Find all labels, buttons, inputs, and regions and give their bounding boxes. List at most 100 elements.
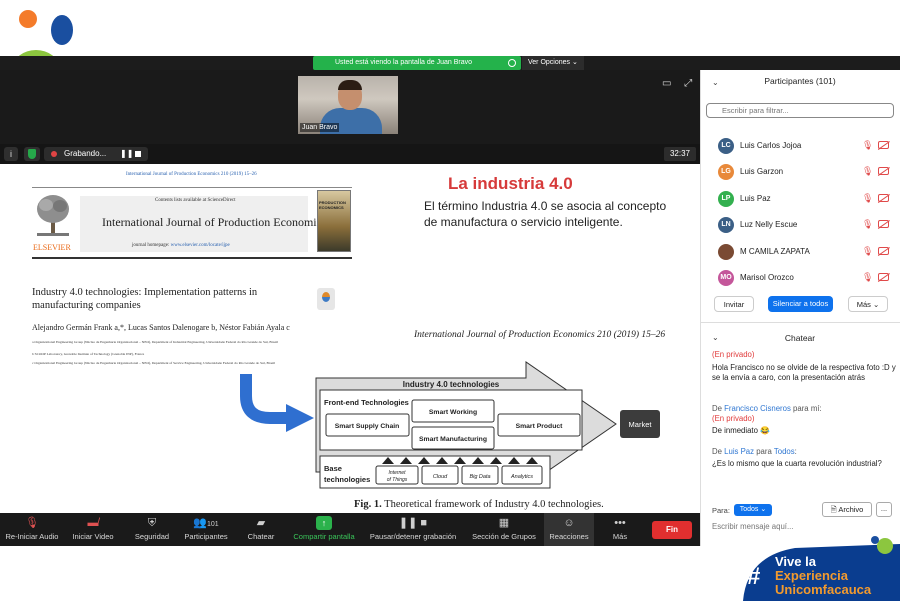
iot-label-2: of Things bbox=[387, 477, 408, 483]
chat-sender[interactable]: Francisco Cisneros bbox=[724, 404, 791, 413]
share-status-text: Usted está viendo la pantalla de Juan Br… bbox=[335, 59, 472, 66]
share-screen-icon: ↑ bbox=[316, 516, 332, 530]
toolbar-label: Participantes bbox=[184, 532, 228, 541]
avatar: MO bbox=[718, 270, 734, 286]
participants-more-button[interactable]: Más ⌄ bbox=[848, 296, 888, 312]
toolbar-label: Pausar/detener grabación bbox=[369, 532, 457, 541]
participant-row[interactable]: LG Luis Garzon 🎙 bbox=[712, 162, 898, 182]
toolbar-label: Iniciar Video bbox=[72, 532, 114, 541]
chat-message-text: ¿Es lo mismo que la cuarta revolución in… bbox=[712, 459, 882, 468]
meeting-info-icon[interactable]: i bbox=[4, 147, 18, 161]
start-video-button[interactable]: ▬̸ Iniciar Video bbox=[66, 513, 120, 546]
paper-title: Industry 4.0 technologies: Implementatio… bbox=[32, 287, 258, 311]
base-label-2: technologies bbox=[324, 475, 370, 484]
figure-caption-text: Theoretical framework of Industry 4.0 te… bbox=[384, 499, 604, 510]
video-off-icon: ▬̸ bbox=[87, 517, 99, 529]
iot-label-1: Internet bbox=[389, 470, 407, 476]
participants-search-input[interactable] bbox=[706, 103, 894, 118]
toolbar-label: Seguridad bbox=[134, 532, 170, 541]
participant-row[interactable]: LC Luis Carlos Jojoa 🎙 bbox=[712, 136, 898, 156]
from-prefix: De bbox=[712, 404, 725, 413]
chat-recipient: para mí: bbox=[790, 404, 822, 413]
brand-line-3: Unicomfacauca bbox=[775, 582, 872, 597]
crossmark-icon bbox=[317, 288, 335, 310]
participant-row[interactable]: LP Luis Paz 🎙 bbox=[712, 189, 898, 209]
chat-message-text: Hola Francisco no se olvide de la respec… bbox=[712, 363, 896, 382]
microphone-muted-icon: 🎙 bbox=[25, 517, 39, 529]
chat-message-text: De inmediato 😂 bbox=[712, 426, 770, 435]
participant-row[interactable]: M CAMILA ZAPATA 🎙 bbox=[712, 242, 898, 262]
avatar: LN bbox=[718, 217, 734, 233]
participants-button[interactable]: 👥101 Participantes bbox=[180, 513, 232, 546]
publisher-label: ELSEVIER bbox=[33, 243, 71, 252]
unmute-audio-button[interactable]: 🎙 Re-Iniciar Audio bbox=[2, 513, 62, 546]
breakout-rooms-button[interactable]: ▦ Sección de Grupos bbox=[468, 513, 540, 546]
gallery-view-icon[interactable]: ▭ bbox=[662, 78, 671, 89]
reactions-icon: ☺ bbox=[563, 517, 575, 529]
end-meeting-button[interactable]: Fin bbox=[652, 521, 692, 539]
toolbar-label: Reacciones bbox=[549, 532, 589, 541]
front-end-label: Front-end Technologies bbox=[324, 398, 409, 407]
speaker-hair bbox=[338, 80, 362, 90]
stop-recording-icon[interactable] bbox=[135, 151, 141, 157]
pause-stop-recording-button[interactable]: ❚❚ ■ Pausar/detener grabación bbox=[366, 513, 460, 546]
panel-divider bbox=[700, 322, 900, 323]
mute-all-button[interactable]: Silenciar a todos bbox=[768, 296, 833, 312]
file-button[interactable]: 🗎 Archivo bbox=[822, 502, 872, 517]
participants-title: Participantes (101) bbox=[764, 76, 836, 86]
video-off-icon bbox=[878, 167, 889, 175]
blue-flow-arrow bbox=[240, 374, 288, 424]
journal-citation-top: International Journal of Production Econ… bbox=[126, 172, 257, 177]
participant-name: Luis Carlos Jojoa bbox=[740, 141, 802, 150]
meeting-timer: 32:37 bbox=[664, 147, 696, 161]
recording-dot-icon bbox=[51, 151, 57, 157]
journal-title: International Journal of Production Econ… bbox=[102, 215, 327, 229]
reactions-button[interactable]: ☺ Reacciones bbox=[544, 513, 594, 546]
figure-caption: Fig. 1. Theoretical framework of Industr… bbox=[354, 499, 604, 510]
share-status-banner: Usted está viendo la pantalla de Juan Br… bbox=[313, 56, 521, 70]
speaker-video-tile[interactable]: Juan Bravo bbox=[298, 76, 398, 134]
recipient-value: Todos bbox=[739, 506, 759, 513]
more-icon: ••• bbox=[614, 517, 626, 529]
chat-message-input[interactable]: Escribir mensaje aquí... bbox=[712, 522, 793, 531]
more-button[interactable]: ••• Más bbox=[602, 513, 638, 546]
pause-recording-icon[interactable]: ❚❚ bbox=[120, 147, 133, 161]
chat-sender[interactable]: Luis Paz bbox=[724, 447, 754, 456]
participant-row[interactable]: LN Luz Nelly Escue 🎙 bbox=[712, 215, 898, 235]
smart-working-label: Smart Working bbox=[429, 409, 477, 416]
participants-count: 101 bbox=[207, 521, 219, 528]
share-screen-button[interactable]: ↑ Compartir pantalla bbox=[290, 513, 358, 546]
mic-muted-icon: 🎙 bbox=[862, 166, 874, 176]
elsevier-tree-logo bbox=[37, 195, 69, 236]
more-label: Más bbox=[856, 300, 871, 309]
shield-icon: ⛨ bbox=[147, 517, 157, 529]
encryption-shield-icon[interactable] bbox=[24, 147, 40, 161]
avatar: LG bbox=[718, 164, 734, 180]
private-tag: (En privado) bbox=[712, 350, 755, 359]
slide-heading: La industria 4.0 bbox=[448, 174, 573, 193]
chat-more-button[interactable]: ... bbox=[876, 502, 892, 517]
chat-recipient-select[interactable]: Todos ⌄ bbox=[734, 504, 772, 516]
view-options-button[interactable]: Ver Opciones ⌄ bbox=[522, 56, 584, 70]
screenshot-stage: Usted está viendo la pantalla de Juan Br… bbox=[0, 0, 900, 601]
recording-indicator: Grabando... ❚❚ bbox=[44, 147, 148, 161]
chat-button[interactable]: ▰ Chatear bbox=[240, 513, 282, 546]
chat-to-label: Para: bbox=[712, 506, 730, 515]
invite-button[interactable]: Invitar bbox=[714, 296, 754, 312]
brand-line-2: Experiencia bbox=[775, 568, 848, 583]
journal-homepage: journal homepage: www.elsevier.com/locat… bbox=[132, 243, 230, 248]
security-button[interactable]: ⛨ Seguridad bbox=[130, 513, 174, 546]
affiliation-line: a Organizational Engineering Group (Núcl… bbox=[32, 340, 278, 344]
fullscreen-icon[interactable]: ⤢ bbox=[684, 78, 692, 89]
diagram-title: Industry 4.0 technologies bbox=[403, 380, 500, 389]
speaker-name: Juan Bravo bbox=[300, 123, 340, 132]
blue-arrowhead bbox=[286, 404, 314, 432]
participant-name: Luis Garzon bbox=[740, 167, 784, 176]
participant-row[interactable]: MO Marisol Orozco 🎙 bbox=[712, 268, 898, 288]
chat-recipient[interactable]: Todos bbox=[774, 447, 795, 456]
smart-manufacturing-label: Smart Manufacturing bbox=[419, 436, 487, 443]
chat-title: Chatear bbox=[784, 333, 816, 343]
homepage-url: www.elsevier.com/locate/ijpe bbox=[170, 243, 230, 248]
to-suffix: : bbox=[794, 447, 797, 456]
from-prefix: De bbox=[712, 447, 725, 456]
